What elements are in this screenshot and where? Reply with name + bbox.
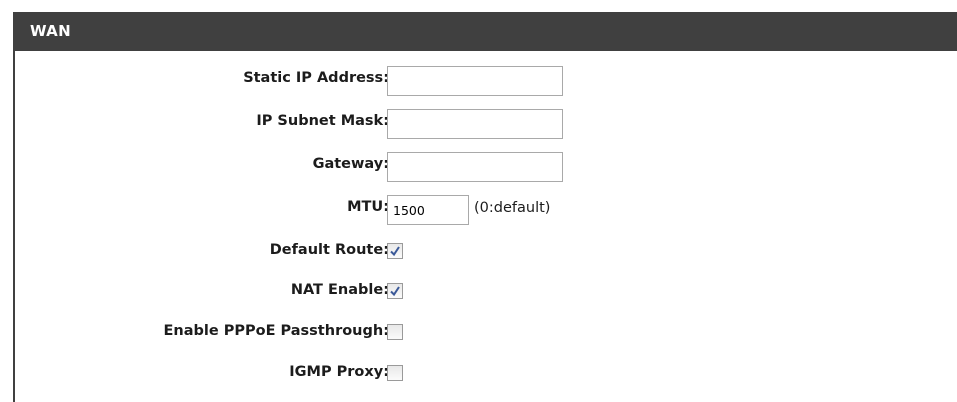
pppoe-passthrough-row: Enable PPPoE Passthrough: bbox=[15, 317, 955, 349]
igmp-proxy-row: IGMP Proxy: bbox=[15, 358, 955, 390]
checkmark-icon bbox=[390, 286, 400, 297]
wan-panel: WAN Static IP Address: IP Subnet Mask: G… bbox=[13, 12, 957, 402]
static-ip-label: Static IP Address: bbox=[243, 70, 389, 86]
panel-title: WAN bbox=[30, 22, 71, 40]
nat-enable-label: NAT Enable: bbox=[290, 282, 389, 298]
default-route-label: Default Route: bbox=[269, 242, 389, 258]
subnet-mask-label: IP Subnet Mask: bbox=[256, 113, 389, 129]
igmp-proxy-checkbox[interactable] bbox=[387, 365, 403, 381]
default-route-checkbox[interactable] bbox=[387, 243, 403, 259]
panel-body: Static IP Address: IP Subnet Mask: Gatew… bbox=[13, 51, 957, 402]
panel-header: WAN bbox=[13, 12, 957, 51]
subnet-mask-input[interactable] bbox=[387, 109, 563, 139]
static-ip-row: Static IP Address: bbox=[15, 64, 955, 96]
mtu-row: MTU: (0:default) bbox=[15, 193, 955, 225]
mtu-label: MTU: bbox=[347, 199, 389, 215]
subnet-mask-row: IP Subnet Mask: bbox=[15, 107, 955, 139]
pppoe-passthrough-label: Enable PPPoE Passthrough: bbox=[163, 323, 389, 339]
gateway-label: Gateway: bbox=[312, 156, 389, 172]
default-route-row: Default Route: bbox=[15, 236, 955, 268]
gateway-input[interactable] bbox=[387, 152, 563, 182]
nat-enable-row: NAT Enable: bbox=[15, 276, 955, 308]
pppoe-passthrough-checkbox[interactable] bbox=[387, 324, 403, 340]
checkmark-icon bbox=[390, 246, 400, 257]
gateway-row: Gateway: bbox=[15, 150, 955, 182]
igmp-proxy-label: IGMP Proxy: bbox=[289, 364, 389, 380]
mtu-hint: (0:default) bbox=[474, 200, 551, 216]
static-ip-input[interactable] bbox=[387, 66, 563, 96]
nat-enable-checkbox[interactable] bbox=[387, 283, 403, 299]
mtu-input[interactable] bbox=[387, 195, 469, 225]
